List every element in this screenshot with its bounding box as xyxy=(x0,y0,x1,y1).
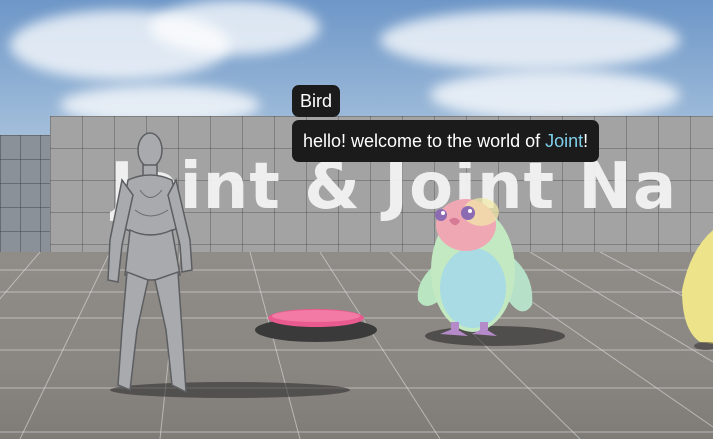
dialogue-text: hello! welcome to the world of xyxy=(303,131,546,151)
banana-character xyxy=(682,230,713,350)
speaker-name-box: Bird xyxy=(292,85,341,117)
dialogue-highlight-text: Joint xyxy=(545,131,584,151)
game-viewport: Joint & Joint Na Bird hello! welcome to … xyxy=(0,0,713,439)
dialogue-box[interactable]: hello! welcome to the world of Joint! xyxy=(292,120,600,162)
dialogue-text-suffix: ! xyxy=(583,131,589,151)
speaker-name: Bird xyxy=(300,91,333,111)
